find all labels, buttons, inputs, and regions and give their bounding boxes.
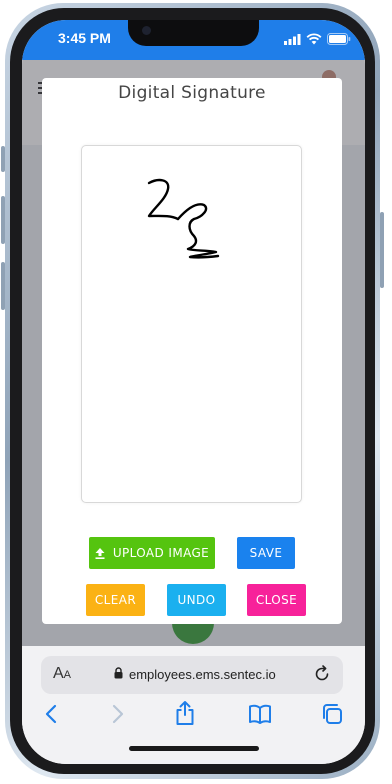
- undo-label: UNDO: [177, 593, 216, 607]
- power-button: [380, 212, 384, 288]
- volume-down-button: [1, 262, 5, 310]
- mute-switch: [1, 146, 5, 172]
- tabs-icon[interactable]: [321, 703, 343, 725]
- share-icon[interactable]: [174, 700, 196, 726]
- cellular-signal-icon: [284, 33, 301, 45]
- back-icon[interactable]: [44, 703, 58, 725]
- status-time: 3:45 PM: [58, 30, 111, 46]
- wifi-icon: [306, 33, 322, 45]
- signature-stroke: [147, 178, 220, 259]
- save-button[interactable]: SAVE: [237, 537, 295, 569]
- status-icons: [284, 32, 351, 46]
- close-label: CLOSE: [255, 593, 298, 607]
- battery-icon: [327, 33, 351, 45]
- address-bar[interactable]: AA employees.ems.sentec.io: [41, 656, 343, 694]
- upload-image-label: UPLOAD IMAGE: [112, 546, 210, 560]
- signature-modal: Digital Signature UPLOAD IMAGE SAVE CLEA…: [42, 78, 342, 624]
- text-size-button[interactable]: AA: [53, 665, 71, 683]
- forward-icon[interactable]: [111, 703, 125, 725]
- url-text: employees.ems.sentec.io: [129, 667, 276, 682]
- volume-up-button: [1, 196, 5, 244]
- close-button[interactable]: CLOSE: [247, 584, 306, 616]
- bookmarks-icon[interactable]: [248, 704, 272, 724]
- save-label: SAVE: [249, 546, 283, 560]
- notch: [128, 20, 259, 46]
- undo-button[interactable]: UNDO: [167, 584, 226, 616]
- upload-icon: [95, 547, 105, 559]
- lock-icon: [114, 667, 123, 679]
- modal-title: Digital Signature: [118, 83, 266, 103]
- clear-label: CLEAR: [94, 593, 137, 607]
- status-bar: 3:45 PM: [22, 20, 365, 60]
- clear-button[interactable]: CLEAR: [86, 584, 145, 616]
- upload-image-button[interactable]: UPLOAD IMAGE: [89, 537, 215, 569]
- phone-screen: 3:45 PM Digital Signature UPLOAD IMAGE S…: [22, 20, 365, 764]
- camera-icon: [142, 26, 151, 35]
- signature-pad[interactable]: [81, 145, 302, 503]
- home-indicator: [129, 746, 259, 751]
- reload-icon[interactable]: [313, 665, 331, 683]
